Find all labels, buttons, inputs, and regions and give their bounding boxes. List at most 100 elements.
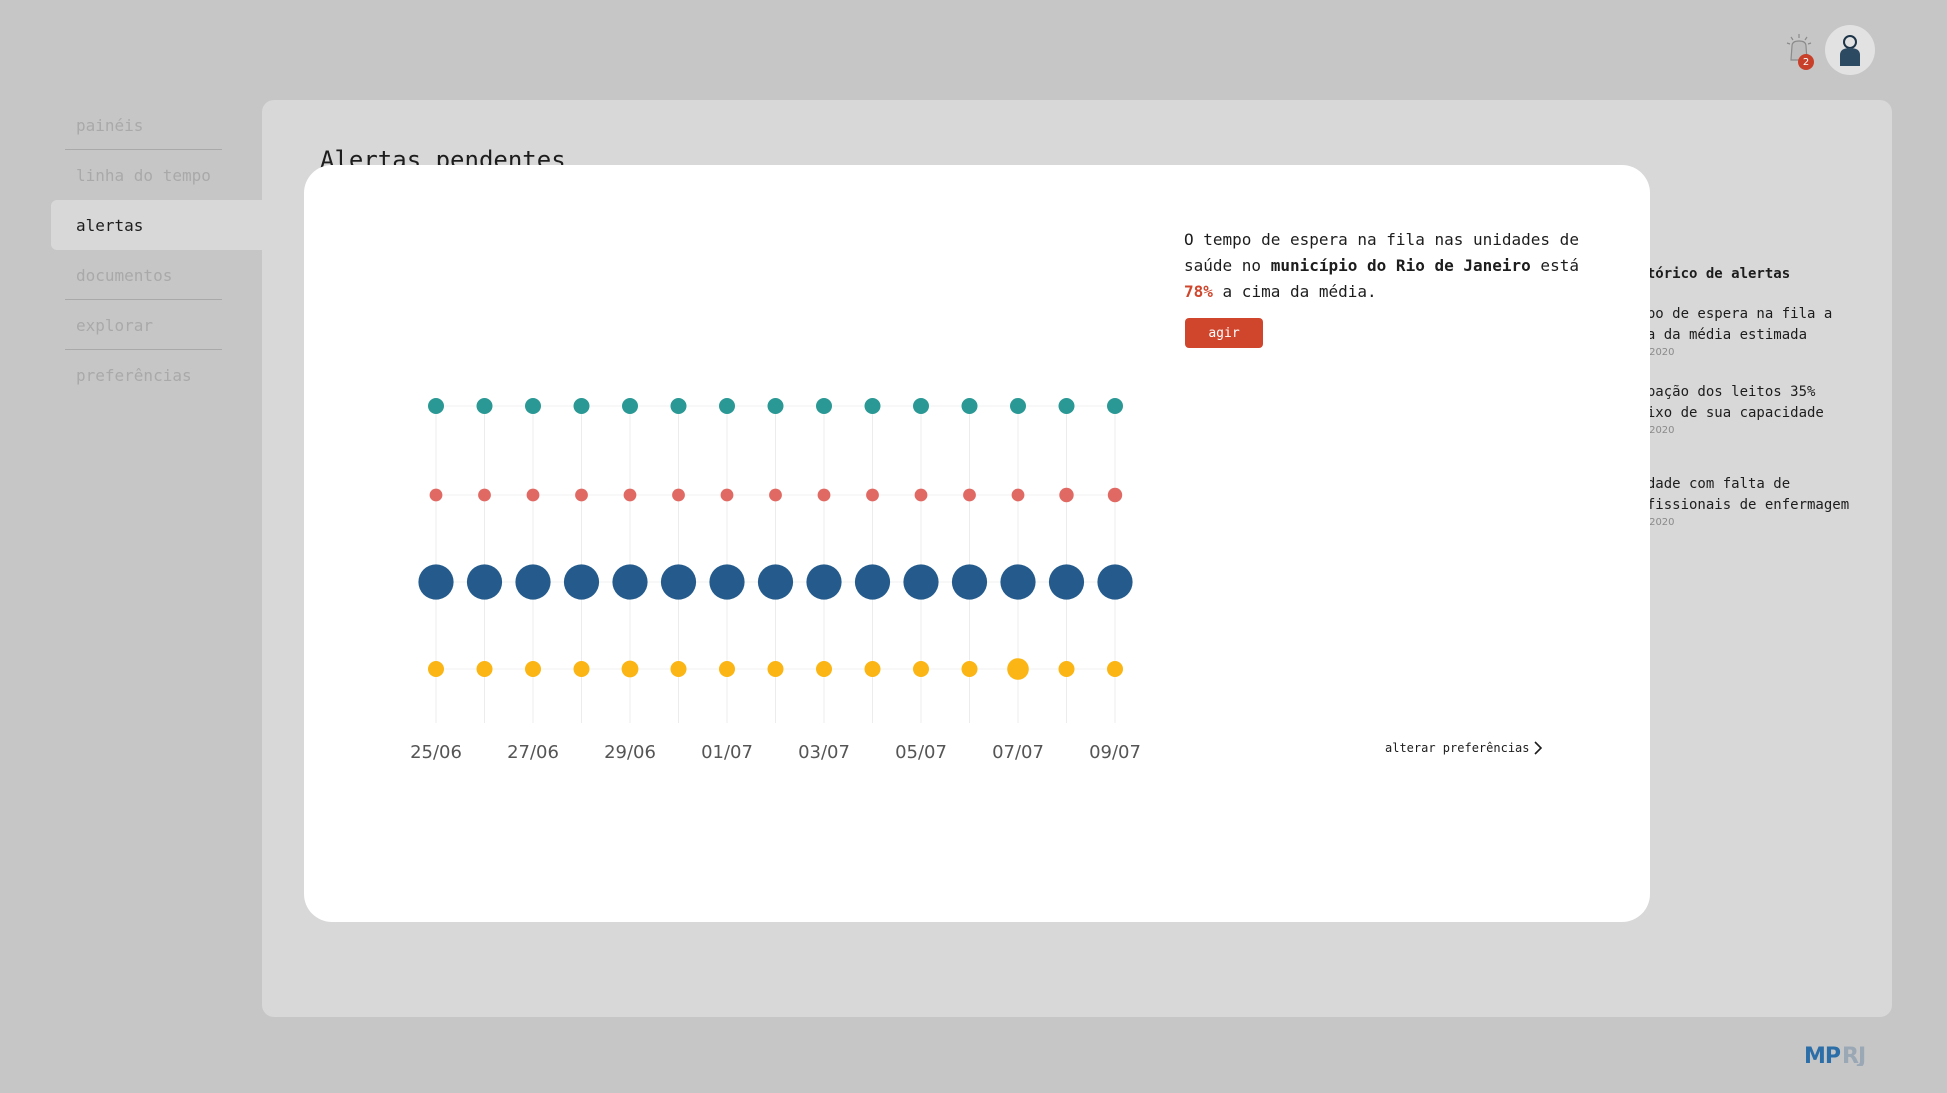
data-point <box>1097 564 1133 600</box>
data-point <box>429 488 443 502</box>
x-tick-label: 03/07 <box>798 742 850 763</box>
history-item[interactable]: empo de espera na fila a ima da média es… <box>1630 304 1900 360</box>
data-point <box>963 488 976 502</box>
alert-text-location: município do Rio de Janeiro <box>1270 256 1531 275</box>
x-tick-label: 27/06 <box>507 742 559 763</box>
sidebar-item-label: preferências <box>76 365 192 385</box>
data-point <box>1007 658 1029 680</box>
x-tick-label: 09/07 <box>1089 742 1141 763</box>
history-item-line: ima da média estimada <box>1630 327 1808 343</box>
data-point <box>526 488 540 502</box>
data-point <box>670 661 687 677</box>
x-tick-label: 25/06 <box>410 742 462 763</box>
data-point <box>816 661 832 677</box>
data-point <box>767 661 784 677</box>
history-item[interactable]: nidade com falta de rofissionais de enfe… <box>1630 474 1900 530</box>
alert-text-part: a cima da média. <box>1212 282 1377 301</box>
data-point <box>719 661 735 677</box>
sidebar-nav: painéis linha do tempo alertas documento… <box>51 100 263 400</box>
history-item-date: .07.2020 <box>1630 517 1675 528</box>
data-point <box>709 564 745 600</box>
data-point <box>903 564 939 600</box>
data-point <box>466 564 503 600</box>
alert-history: istórico de alertas empo de espera na fi… <box>1630 266 1900 552</box>
sidebar-item-label: alertas <box>76 215 144 235</box>
x-tick-label: 01/07 <box>701 742 753 763</box>
sidebar-item-alertas[interactable]: alertas <box>51 200 263 250</box>
data-point <box>1107 661 1123 677</box>
notification-count-badge: 2 <box>1798 54 1814 70</box>
data-point <box>817 488 831 502</box>
sidebar-item-paineis[interactable]: painéis <box>51 100 263 150</box>
data-point <box>621 660 639 678</box>
history-item-line: cupação dos leitos 35% <box>1630 384 1816 400</box>
x-tick-label: 05/07 <box>895 742 947 763</box>
data-point <box>720 488 734 502</box>
history-heading: istórico de alertas <box>1630 266 1791 282</box>
data-point <box>660 564 697 600</box>
data-point <box>612 564 648 600</box>
data-point <box>1011 488 1025 502</box>
data-point <box>913 661 929 677</box>
data-point <box>622 398 638 414</box>
history-item-date: .08.2020 <box>1630 425 1675 436</box>
change-preferences-label: alterar preferências <box>1385 741 1530 755</box>
sidebar-item-linha-do-tempo[interactable]: linha do tempo <box>51 150 263 200</box>
data-point <box>816 398 832 414</box>
data-point <box>573 661 590 677</box>
data-point <box>575 488 588 502</box>
data-point <box>515 564 551 600</box>
history-item-line: empo de espera na fila a <box>1630 306 1833 322</box>
data-point <box>670 398 687 414</box>
data-point <box>563 564 600 600</box>
data-point <box>864 398 881 414</box>
sidebar-item-label: painéis <box>76 115 144 135</box>
data-point <box>719 398 735 414</box>
sidebar-item-label: linha do tempo <box>76 165 211 185</box>
data-point <box>672 488 685 502</box>
data-point <box>476 661 493 677</box>
data-point <box>961 398 978 414</box>
data-point <box>1010 398 1026 414</box>
history-item-line: baixo de sua capacidade <box>1630 405 1824 421</box>
alert-text-percentage: 78% <box>1184 282 1213 301</box>
data-point <box>854 564 891 600</box>
act-button[interactable]: agir <box>1185 318 1263 348</box>
mprj-logo: MP RJ <box>1804 1044 1866 1066</box>
data-point <box>476 398 493 414</box>
sidebar-item-preferencias[interactable]: preferências <box>51 350 263 400</box>
data-point <box>573 398 590 414</box>
data-point <box>914 488 928 502</box>
data-point <box>806 564 842 600</box>
data-point <box>1058 398 1075 414</box>
data-point <box>623 488 637 502</box>
alert-text-part: está <box>1530 256 1579 275</box>
data-point <box>913 398 929 414</box>
user-avatar[interactable] <box>1825 25 1875 75</box>
data-point <box>1058 661 1075 677</box>
sidebar-item-label: documentos <box>76 265 173 285</box>
data-point <box>1107 487 1123 503</box>
data-point <box>866 488 879 502</box>
change-preferences-link[interactable]: alterar preferências <box>1385 741 1542 755</box>
alert-message: O tempo de espera na fila nas unidades d… <box>1184 227 1604 305</box>
data-point <box>428 661 444 677</box>
user-icon <box>1840 35 1860 66</box>
svg-text:RJ: RJ <box>1842 1044 1865 1066</box>
history-item-line: rofissionais de enfermagem <box>1630 497 1850 513</box>
data-point <box>961 661 978 677</box>
data-point <box>1000 564 1036 600</box>
alert-detail-modal: 25/06 27/06 29/06 01/07 03/07 05/07 07/07 09/07… <box>304 165 1650 922</box>
svg-text:MP: MP <box>1804 1044 1841 1066</box>
data-point <box>1107 398 1123 414</box>
data-point <box>767 398 784 414</box>
history-item-date: .08.2020 <box>1630 347 1675 358</box>
sidebar-item-documentos[interactable]: documentos <box>51 250 263 300</box>
x-tick-label: 07/07 <box>992 742 1044 763</box>
sidebar-item-explorar[interactable]: explorar <box>51 300 263 350</box>
data-point <box>864 661 881 677</box>
data-point <box>525 398 541 414</box>
data-point <box>478 488 491 502</box>
sidebar-item-label: explorar <box>76 315 154 335</box>
history-item[interactable]: cupação dos leitos 35% baixo de sua capa… <box>1630 382 1900 438</box>
